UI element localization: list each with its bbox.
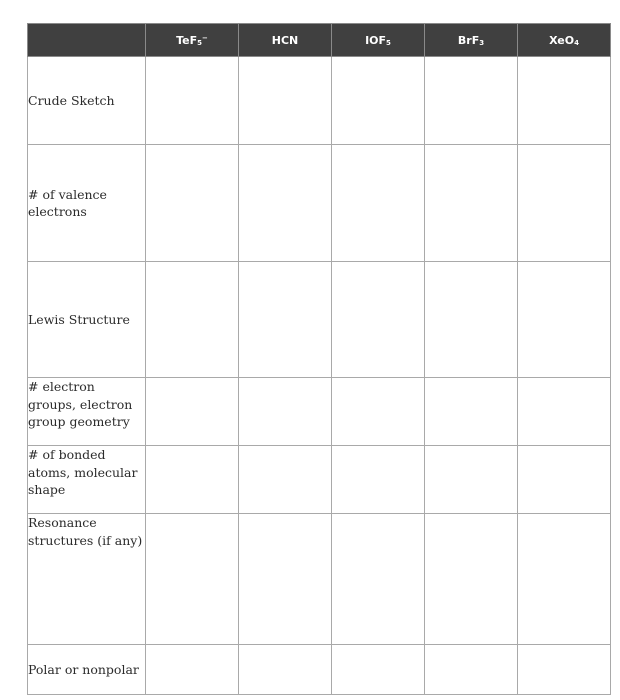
answer-cell[interactable] — [331, 644, 425, 695]
row-crude-sketch: Crude Sketch — [27, 56, 611, 145]
answer-cell[interactable] — [145, 377, 239, 446]
answer-cell[interactable] — [424, 144, 518, 262]
answer-cell[interactable] — [238, 56, 332, 145]
formula-charge: − — [202, 33, 208, 42]
formula-base: TeF — [176, 33, 198, 47]
answer-cell[interactable] — [517, 56, 611, 145]
header-corner — [27, 23, 146, 57]
answer-cell[interactable] — [517, 377, 611, 446]
answer-cell[interactable] — [424, 644, 518, 695]
formula-base: IOF — [365, 33, 387, 47]
answer-cell[interactable] — [424, 445, 518, 514]
answer-cell[interactable] — [238, 644, 332, 695]
row-bonded-atoms: # of bonded atoms, molecular shape — [27, 445, 611, 514]
header-tef5-minus: TeF5− — [145, 23, 239, 57]
row-resonance: Resonance structures (if any) — [27, 513, 611, 645]
answer-cell[interactable] — [145, 513, 239, 645]
answer-cell[interactable] — [517, 144, 611, 262]
answer-cell[interactable] — [424, 261, 518, 378]
answer-cell[interactable] — [331, 144, 425, 262]
header-iof5: IOF5 — [331, 23, 425, 57]
answer-cell[interactable] — [145, 144, 239, 262]
answer-cell[interactable] — [145, 56, 239, 145]
answer-cell[interactable] — [331, 513, 425, 645]
answer-cell[interactable] — [424, 56, 518, 145]
answer-cell[interactable] — [517, 445, 611, 514]
answer-cell[interactable] — [517, 513, 611, 645]
answer-cell[interactable] — [145, 261, 239, 378]
row-label: Crude Sketch — [27, 56, 146, 145]
answer-cell[interactable] — [331, 56, 425, 145]
header-row: TeF5− HCN IOF5 BrF3 XeO4 — [27, 23, 611, 57]
row-valence-electrons: # of valence electrons — [27, 144, 611, 262]
row-label: # of valence electrons — [27, 144, 146, 262]
row-label: # electron groups, electron group geomet… — [27, 377, 146, 446]
answer-cell[interactable] — [331, 261, 425, 378]
answer-cell[interactable] — [145, 644, 239, 695]
header-xeo4: XeO4 — [517, 23, 611, 57]
row-lewis-structure: Lewis Structure — [27, 261, 611, 378]
formula-subscript: 4 — [574, 38, 579, 47]
row-electron-groups: # electron groups, electron group geomet… — [27, 377, 611, 446]
molecule-worksheet-table: TeF5− HCN IOF5 BrF3 XeO4 Crude Sketch # … — [27, 23, 611, 695]
formula-base: BrF — [457, 33, 480, 47]
formula-base: XeO — [549, 33, 575, 47]
answer-cell[interactable] — [238, 445, 332, 514]
answer-cell[interactable] — [238, 261, 332, 378]
formula-base: HCN — [271, 33, 299, 47]
header-hcn: HCN — [238, 23, 332, 57]
answer-cell[interactable] — [145, 445, 239, 514]
row-label: Polar or nonpolar — [27, 644, 146, 695]
header-brf3: BrF3 — [424, 23, 518, 57]
answer-cell[interactable] — [331, 377, 425, 446]
answer-cell[interactable] — [517, 261, 611, 378]
answer-cell[interactable] — [424, 513, 518, 645]
answer-cell[interactable] — [238, 144, 332, 262]
answer-cell[interactable] — [424, 377, 518, 446]
row-polarity: Polar or nonpolar — [27, 644, 611, 695]
row-label: Lewis Structure — [27, 261, 146, 378]
answer-cell[interactable] — [331, 445, 425, 514]
row-label: # of bonded atoms, molecular shape — [27, 445, 146, 514]
row-label: Resonance structures (if any) — [27, 513, 146, 645]
answer-cell[interactable] — [238, 513, 332, 645]
answer-cell[interactable] — [238, 377, 332, 446]
formula-subscript: 3 — [479, 38, 485, 47]
answer-cell[interactable] — [517, 644, 611, 695]
formula-subscript: 5 — [386, 38, 391, 47]
